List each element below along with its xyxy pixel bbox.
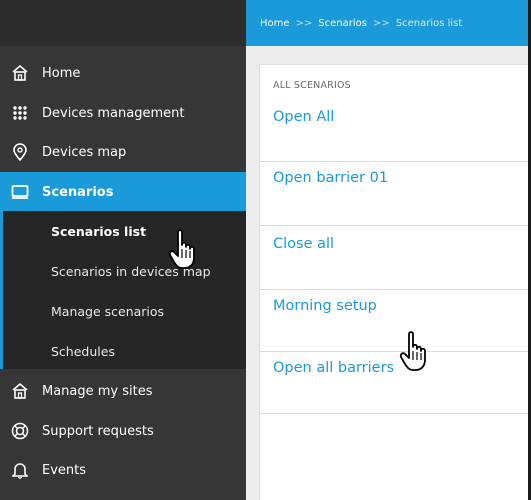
sidebar-item-label: Manage my sites (42, 383, 153, 399)
sidebar-item-devices-management[interactable]: Devices management (0, 93, 246, 133)
scenario-link[interactable]: Open all barriers (273, 360, 394, 376)
breadcrumb: Home >> Scenarios >> Scenarios list (246, 0, 531, 46)
lifebuoy-icon (10, 421, 30, 441)
main-content: ALL SCENARIOS Open All Open barrier 01 C… (246, 46, 531, 500)
submenu-item-label: Scenarios list (51, 223, 147, 239)
sidebar-item-events[interactable]: Events (0, 450, 246, 490)
bell-icon (10, 460, 30, 480)
home-icon (10, 63, 30, 83)
breadcrumb-home-link[interactable]: Home (260, 18, 290, 29)
scenario-link[interactable]: Morning setup (273, 298, 377, 314)
submenu-item-label: Schedules (51, 343, 115, 359)
list-item: Morning setup (260, 290, 531, 352)
breadcrumb-scenarios-link[interactable]: Scenarios (318, 18, 367, 29)
sidebar-item-devices-map[interactable]: Devices map (0, 132, 246, 172)
submenu-item-scenarios-in-devices-map[interactable]: Scenarios in devices map (3, 251, 246, 291)
scenarios-submenu: Scenarios list Scenarios in devices map … (0, 211, 246, 369)
list-item: Open barrier 01 (260, 162, 531, 226)
grid-icon (10, 103, 30, 123)
panel-title: ALL SCENARIOS (273, 79, 351, 91)
breadcrumb-current: Scenarios list (395, 17, 463, 29)
sidebar-item-scenarios[interactable]: Scenarios (0, 172, 246, 212)
scenario-link[interactable]: Close all (273, 236, 334, 252)
sidebar-item-label: Devices management (42, 105, 185, 121)
sidebar-item-home[interactable]: Home (0, 53, 246, 93)
sidebar-item-label: Devices map (42, 144, 127, 160)
sidebar-item-manage-my-sites[interactable]: Manage my sites (0, 371, 246, 411)
list-item: Close all (260, 226, 531, 290)
submenu-item-label: Scenarios in devices map (51, 263, 211, 279)
monitor-icon (10, 182, 30, 202)
scenario-link[interactable]: Open All (273, 109, 334, 125)
sidebar-item-label: Home (42, 65, 81, 81)
sidebar-item-support-requests[interactable]: Support requests (0, 411, 246, 451)
submenu-item-schedules[interactable]: Schedules (3, 331, 246, 371)
sidebar-item-label: Events (42, 462, 87, 478)
sidebar-item-label: Support requests (42, 423, 154, 439)
scenarios-panel: ALL SCENARIOS Open All Open barrier 01 C… (259, 64, 531, 500)
map-pin-icon (10, 142, 30, 162)
breadcrumb-separator: >> (295, 17, 313, 29)
sidebar-header (0, 0, 246, 46)
submenu-item-scenarios-list[interactable]: Scenarios list (3, 211, 246, 251)
home-icon (10, 381, 30, 401)
submenu-item-manage-scenarios[interactable]: Manage scenarios (3, 291, 246, 331)
breadcrumb-separator: >> (372, 17, 390, 29)
list-item: Open All (260, 105, 531, 162)
sidebar: Home Devices management Devices map Scen… (0, 0, 246, 500)
app-window: Home Devices management Devices map Scen… (0, 0, 531, 500)
sidebar-item-label: Scenarios (42, 184, 114, 200)
scenario-link[interactable]: Open barrier 01 (273, 170, 388, 186)
list-item: Open all barriers (260, 352, 531, 414)
submenu-item-label: Manage scenarios (51, 303, 165, 319)
